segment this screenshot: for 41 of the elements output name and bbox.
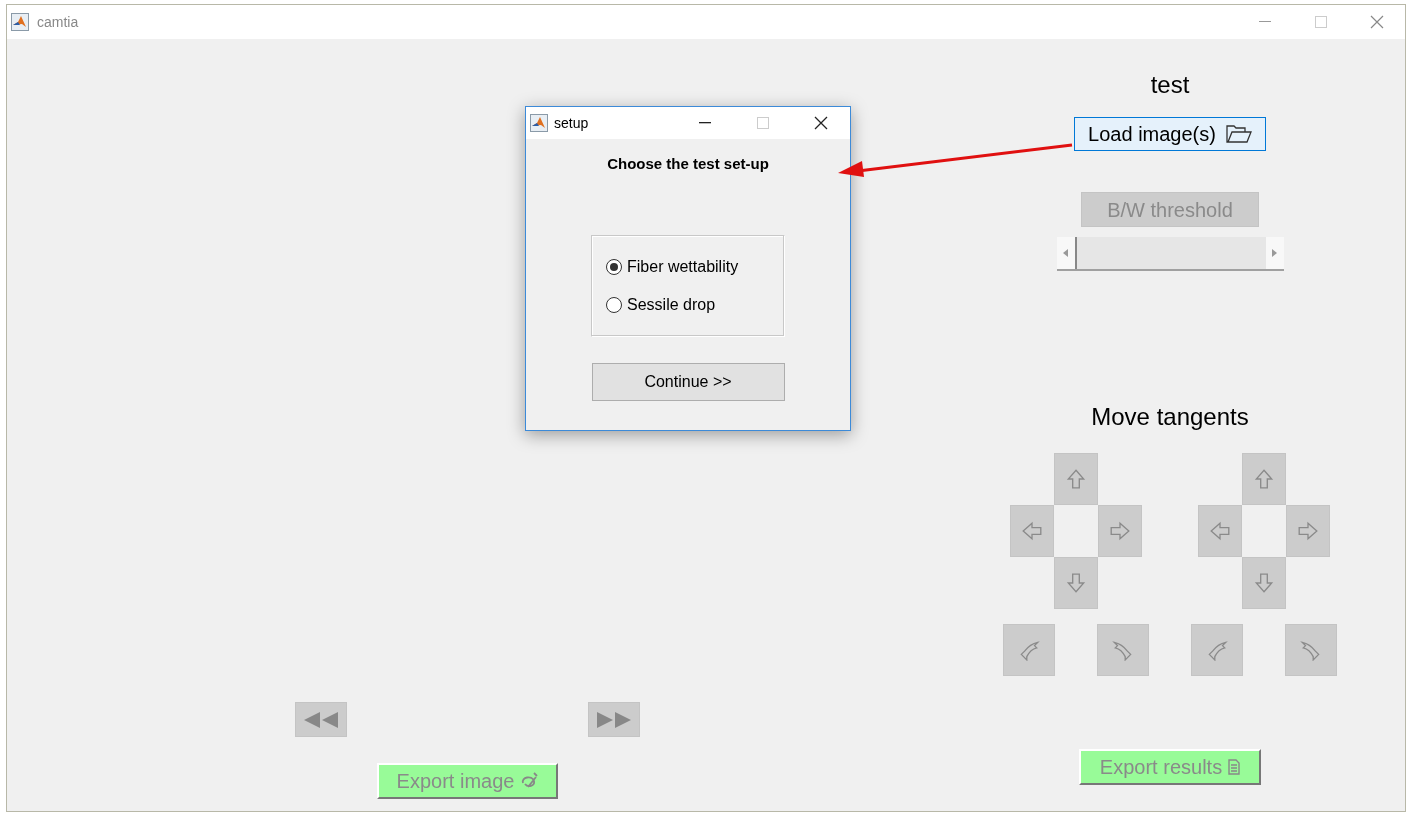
- app-logo-icon: [11, 13, 29, 31]
- arrow-icon: [1065, 468, 1087, 490]
- arrow-icon: [1021, 520, 1043, 542]
- close-icon: [1370, 15, 1384, 29]
- dialog-heading: Choose the test set-up: [607, 154, 769, 174]
- rewind-icon: [304, 711, 338, 728]
- curved-arrow-icon: [1300, 639, 1322, 661]
- continue-button[interactable]: Continue >>: [591, 362, 785, 401]
- slider-left-button[interactable]: [1056, 237, 1075, 269]
- radio-button[interactable]: [606, 258, 622, 275]
- tangents-title: Move tangents: [1091, 402, 1249, 432]
- maximize-icon: [1315, 16, 1327, 28]
- slider-thumb[interactable]: [1074, 237, 1077, 269]
- radio-option[interactable]: Sessile drop: [606, 292, 784, 317]
- panel-title: test: [1150, 70, 1190, 100]
- folder-icon: [1225, 125, 1252, 143]
- load-images-button[interactable]: Load image(s): [1074, 117, 1266, 151]
- right-triangle-icon: [1272, 249, 1277, 257]
- arrow-icon: [1297, 520, 1319, 542]
- app-logo-icon: [530, 114, 548, 132]
- arrow-icon: [1109, 520, 1131, 542]
- arrow-icon: [1065, 572, 1087, 594]
- arrow-icon: [1209, 520, 1231, 542]
- window-title: camtia: [37, 12, 79, 32]
- threshold-slider[interactable]: [1056, 237, 1284, 271]
- slider-right-button[interactable]: [1265, 237, 1284, 269]
- radio-button[interactable]: [606, 296, 622, 313]
- radio-option[interactable]: Fiber wettability: [606, 254, 784, 279]
- minimize-icon: [1259, 21, 1271, 23]
- maximize-icon: [757, 117, 769, 129]
- minimize-icon: [699, 122, 711, 124]
- fast-forward-icon: [597, 711, 631, 728]
- curved-arrow-icon: [1112, 639, 1134, 661]
- arrow-icon: [1253, 572, 1275, 594]
- document-icon: [1228, 759, 1241, 775]
- close-icon: [814, 116, 828, 130]
- dialog-title: setup: [554, 113, 589, 133]
- curved-arrow-icon: [1018, 639, 1040, 661]
- curved-arrow-icon: [1206, 639, 1228, 661]
- left-triangle-icon: [1063, 249, 1068, 257]
- arrow-icon: [1253, 468, 1275, 490]
